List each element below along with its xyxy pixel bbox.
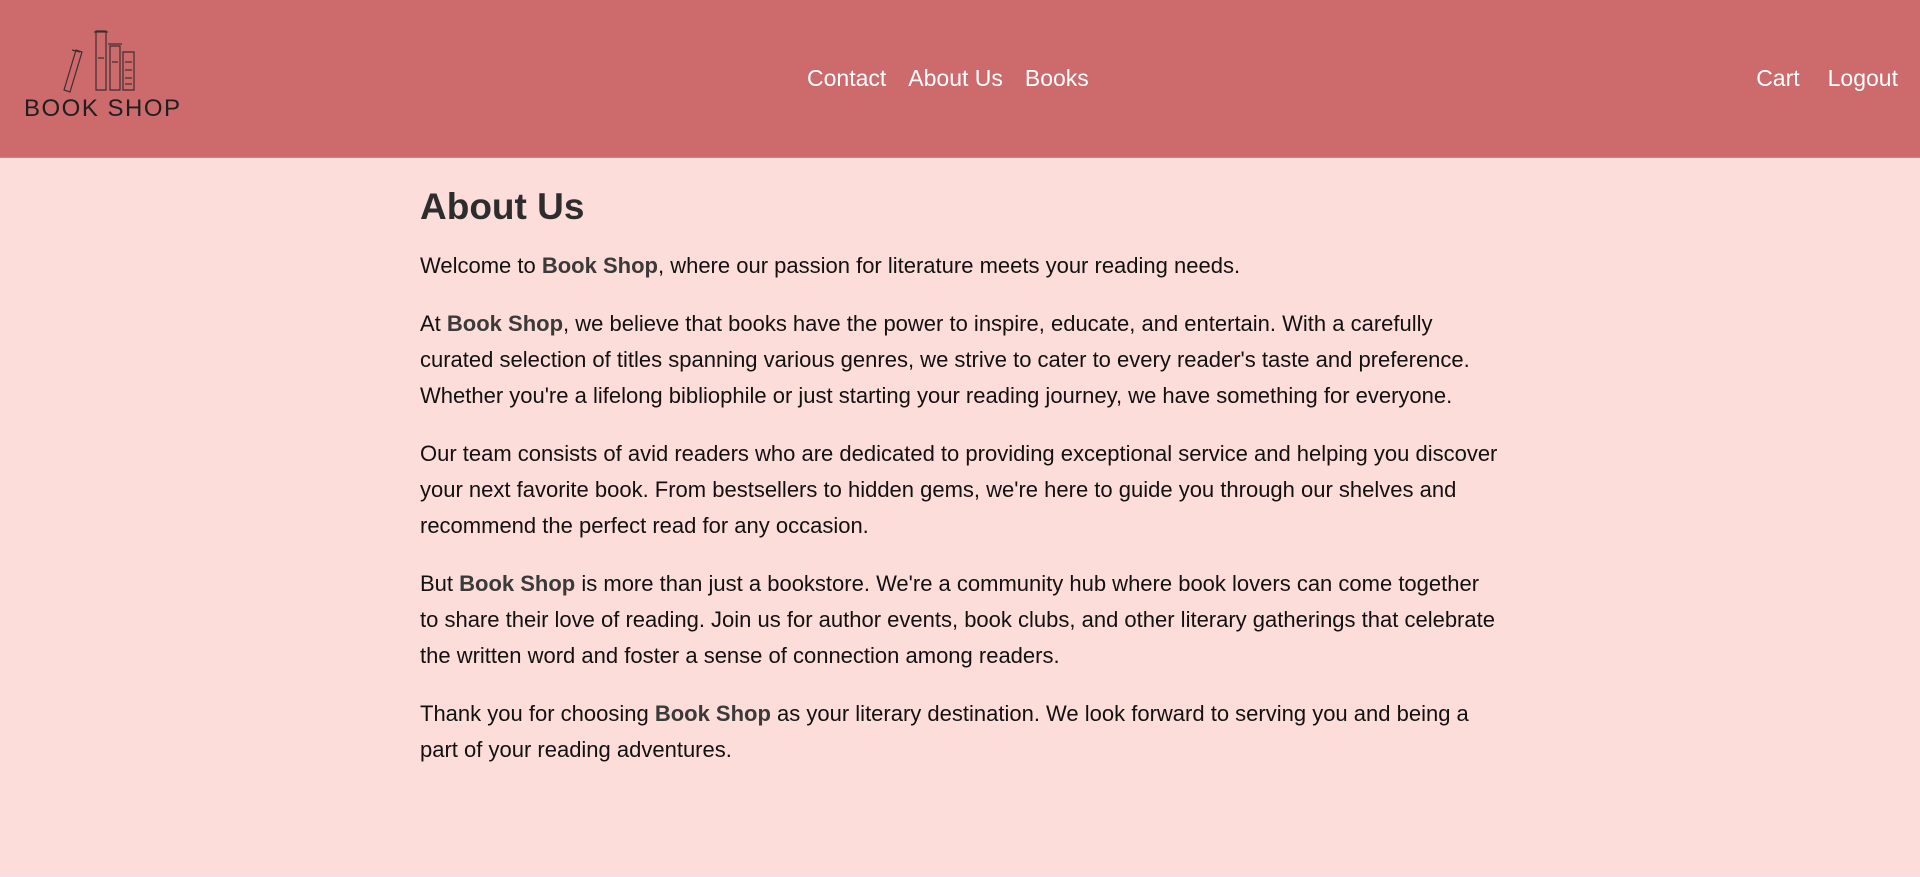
nav-contact-link[interactable]: Contact bbox=[807, 65, 886, 91]
thank-you-paragraph: Thank you for choosing Book Shop as your… bbox=[420, 696, 1500, 768]
books-logo-icon: BOOK SHOP bbox=[24, 30, 180, 122]
community-text-after: is more than just a bookstore. We're a c… bbox=[420, 571, 1495, 668]
nav-about-us-link[interactable]: About Us bbox=[908, 65, 1003, 91]
brand-name: Book Shop bbox=[541, 253, 658, 278]
mission-text-after: , we believe that books have the power t… bbox=[420, 311, 1470, 408]
logout-link[interactable]: Logout bbox=[1828, 65, 1898, 91]
mission-text-before: At bbox=[420, 311, 447, 336]
primary-navigation: Contact About Us Books bbox=[807, 65, 1111, 91]
brand-name: Book Shop bbox=[446, 311, 564, 336]
intro-text-after: , where our passion for literature meets… bbox=[657, 253, 1241, 278]
about-content: About Us Welcome to Book Shop, where our… bbox=[420, 184, 1500, 790]
team-paragraph: Our team consists of avid readers who ar… bbox=[420, 441, 1498, 538]
page-title: About Us bbox=[420, 186, 585, 227]
community-paragraph: But Book Shop is more than just a bookst… bbox=[420, 566, 1500, 674]
community-text-before: But bbox=[420, 571, 460, 596]
site-header: BOOK SHOP Contact About Us Books Cart Lo… bbox=[0, 0, 1920, 158]
brand-name: Book Shop bbox=[654, 701, 771, 726]
brand-name: Book Shop bbox=[459, 571, 576, 596]
account-actions: Cart Logout bbox=[1756, 65, 1898, 91]
intro-text-before: Welcome to bbox=[420, 253, 542, 278]
logo-text: BOOK SHOP bbox=[24, 95, 180, 122]
nav-books-link[interactable]: Books bbox=[1025, 65, 1089, 91]
intro-paragraph: Welcome to Book Shop, where our passion … bbox=[420, 248, 1500, 284]
thank-you-text-before: Thank you for choosing bbox=[420, 701, 655, 726]
site-logo[interactable]: BOOK SHOP bbox=[24, 28, 180, 123]
mission-paragraph: At Book Shop, we believe that books have… bbox=[420, 306, 1500, 414]
cart-link[interactable]: Cart bbox=[1756, 65, 1799, 91]
